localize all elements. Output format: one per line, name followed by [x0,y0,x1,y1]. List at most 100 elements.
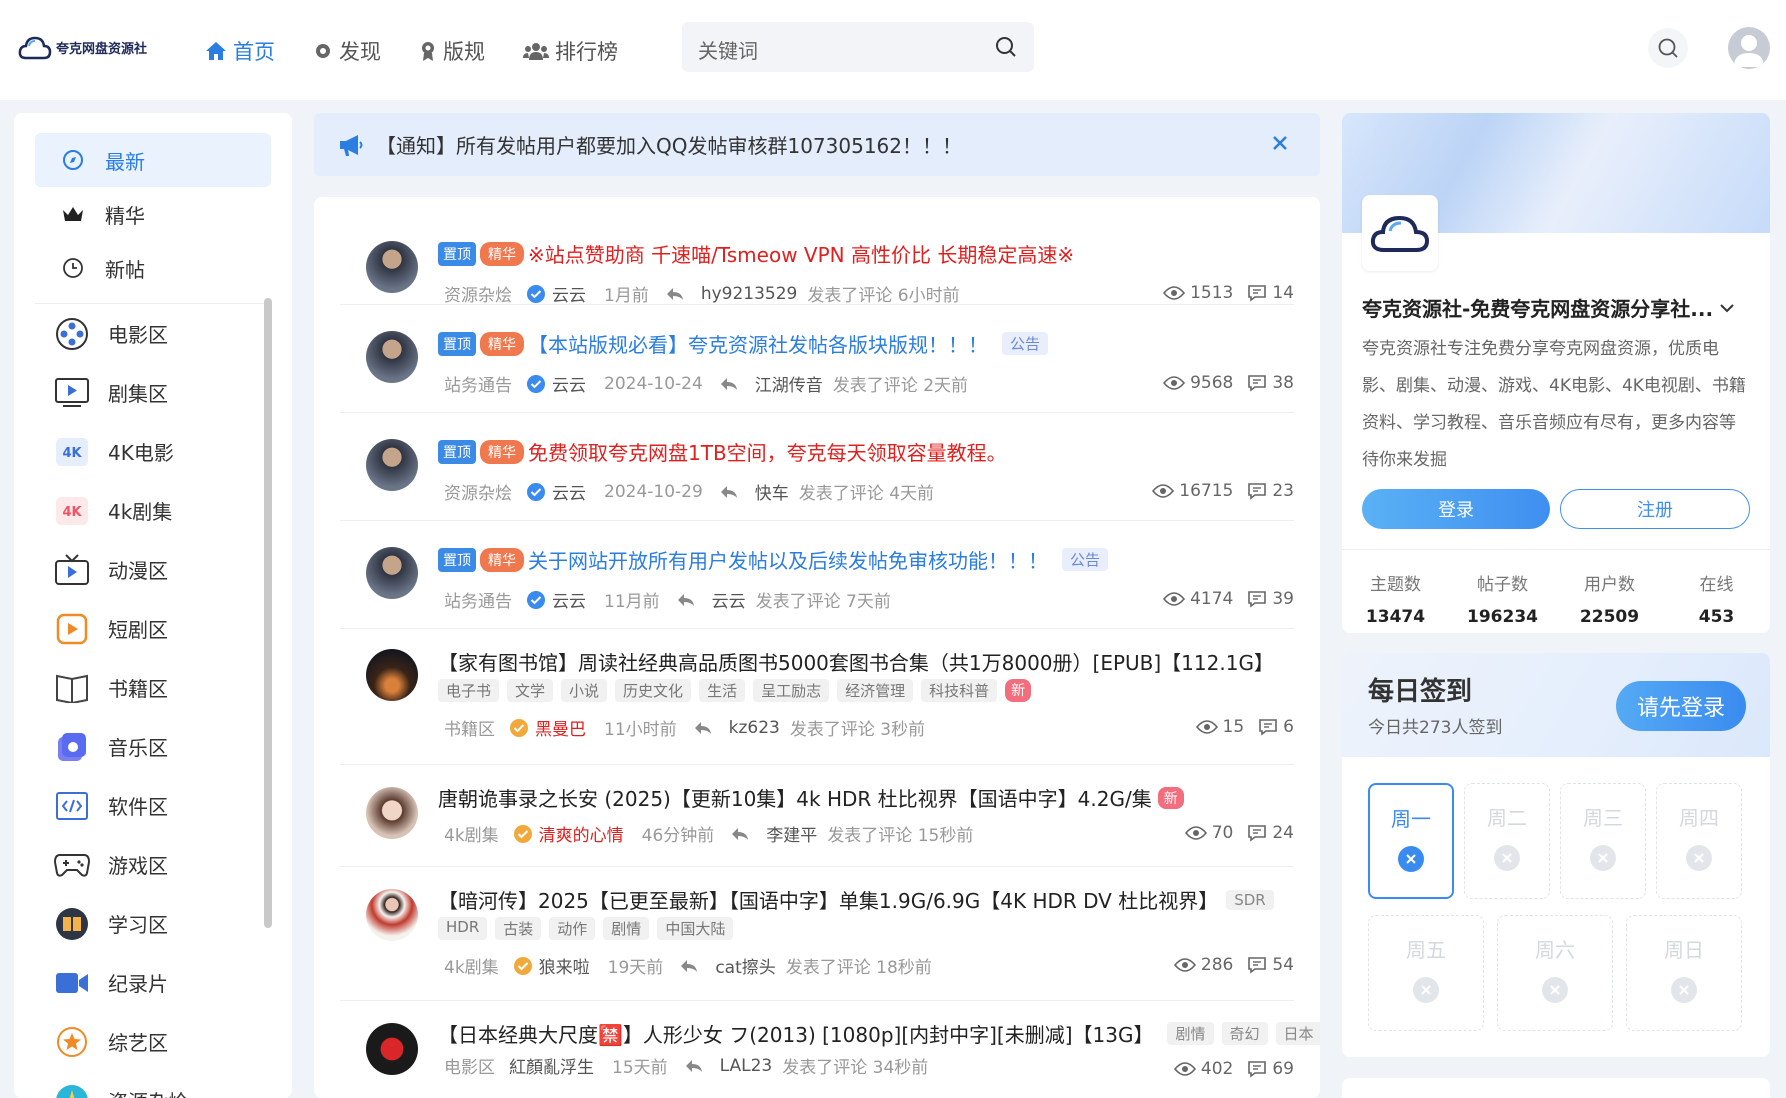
post-category[interactable]: 资源杂烩 [444,479,512,504]
post-title-text[interactable]: 【日本经典大尺度🈲】人形少女 フ(2013) [1080p][内封中字][未删减… [438,1019,1153,1048]
sidebar-item-short-drama[interactable]: 短剧区 [54,599,292,658]
post-replier[interactable]: 快车 [755,479,789,504]
post-title-text[interactable]: 关于网站开放所有用户发帖以及后续发帖免审核功能！！！ [528,545,1048,574]
tag[interactable]: 日本 [1275,1022,1320,1045]
post-title-text[interactable]: 免费领取夸克网盘1TB空间，夸克每天领取容量教程。 [528,437,1007,466]
signin-login-button[interactable]: 请先登录 [1616,681,1746,731]
post-replier[interactable]: cat擦头 [715,953,775,978]
avatar[interactable] [366,787,418,839]
post-category[interactable]: 4k剧集 [444,821,499,846]
post-title[interactable]: 置顶 精华 【本站版规必看】夸克资源社发帖各版块版规！！！ 公告 [438,329,1049,358]
post-author[interactable]: 清爽的心情 [539,821,624,846]
search-input[interactable]: 关键词 [698,35,758,64]
sidebar-item-study[interactable]: 学习区 [54,894,292,953]
post-title[interactable]: 置顶 精华 免费领取夸克网盘1TB空间，夸克每天领取容量教程。 [438,437,1007,466]
sidebar-item-series[interactable]: 剧集区 [54,363,292,422]
post-category[interactable]: 书籍区 [444,715,495,740]
avatar[interactable] [366,241,418,293]
nav-ranking[interactable]: 排行榜 [523,36,618,66]
tag[interactable]: 文学 [507,679,554,702]
day-sunday[interactable]: 周日 [1626,915,1742,1031]
post-author[interactable]: 紅顏亂浮生 [509,1053,594,1078]
nav-home[interactable]: 首页 [205,36,275,66]
post-category[interactable]: 4k剧集 [444,953,499,978]
tag[interactable]: 小说 [561,679,608,702]
avatar[interactable] [366,547,418,599]
tag[interactable]: 动作 [549,917,596,940]
tag[interactable]: 呈工励志 [753,679,830,702]
day-thursday[interactable]: 周四 [1656,783,1742,899]
sidebar-item-music[interactable]: 音乐区 [54,717,292,776]
tag[interactable]: 经济管理 [837,679,914,702]
tag[interactable]: 历史文化 [615,679,692,702]
avatar[interactable] [366,889,418,941]
post-item[interactable]: 置顶 精华 【本站版规必看】夸克资源社发帖各版块版规！！！ 公告 站务通告 云云… [340,305,1294,413]
register-button[interactable]: 注册 [1560,489,1750,529]
avatar[interactable] [366,649,418,701]
sidebar-item-documentary[interactable]: 纪录片 [54,953,292,1012]
login-button[interactable]: 登录 [1362,489,1550,529]
post-title[interactable]: 唐朝诡事录之长安 (2025)【更新10集】4k HDR 杜比视界【国语中字】4… [438,783,1184,812]
post-author[interactable]: 云云 [552,371,586,396]
post-title-text[interactable]: 【暗河传】2025【已更至最新】【国语中字】单集1.9G/6.9G【4K HDR… [438,885,1218,914]
site-title[interactable]: 夸克资源社-免费夸克网盘资源分享社... [1362,293,1735,322]
post-item[interactable]: 置顶 精华 免费领取夸克网盘1TB空间，夸克每天领取容量教程。 资源杂烩 云云 … [340,413,1294,521]
post-replier[interactable]: LAL23 [720,1056,773,1076]
close-icon[interactable] [1270,133,1290,153]
post-title[interactable]: 置顶 精华 ※站点赞助商 千速喵/Tsmeow VPN 高性价比 长期稳定高速※ [438,239,1074,268]
tag[interactable]: 电子书 [438,679,500,702]
site-logo[interactable]: 夸克网盘资源社 [18,32,147,62]
post-replier[interactable]: 李建平 [766,821,817,846]
sidebar-item-4k-movies[interactable]: 4K 4K电影 [54,422,292,481]
day-wednesday[interactable]: 周三 [1560,783,1646,899]
post-title-text[interactable]: ※站点赞助商 千速喵/Tsmeow VPN 高性价比 长期稳定高速※ [528,239,1074,268]
post-replier[interactable]: kz623 [729,718,780,738]
day-tuesday[interactable]: 周二 [1464,783,1550,899]
sidebar-item-movies[interactable]: 电影区 [54,304,292,363]
sidebar-item-4k-series[interactable]: 4K 4k剧集 [54,481,292,540]
sidebar-item-new[interactable]: 新帖 [35,241,271,295]
tag[interactable]: 奇幻 [1221,1022,1268,1045]
nav-rules[interactable]: 版规 [419,36,485,66]
sidebar-item-essence[interactable]: 精华 [35,187,271,241]
post-item[interactable]: 置顶 精华 ※站点赞助商 千速喵/Tsmeow VPN 高性价比 长期稳定高速※… [340,197,1294,306]
day-saturday[interactable]: 周六 [1497,915,1613,1031]
search-icon[interactable] [994,35,1018,59]
sidebar-item-variety[interactable]: 综艺区 [54,1012,292,1071]
post-item[interactable]: 【家有图书馆】周读社经典高品质图书5000套图书合集（共1万8000册）[EPU… [340,629,1294,765]
tag[interactable]: 科技科普 [921,679,998,702]
post-author[interactable]: 云云 [552,479,586,504]
avatar[interactable] [366,331,418,383]
sidebar-item-latest[interactable]: 最新 [35,133,271,187]
post-replier[interactable]: 江湖传音 [755,371,823,396]
sidebar-item-software[interactable]: 软件区 [54,776,292,835]
post-title[interactable]: 【日本经典大尺度🈲】人形少女 フ(2013) [1080p][内封中字][未删减… [438,1019,1320,1048]
post-author[interactable]: 云云 [552,281,586,306]
post-title-text[interactable]: 【本站版规必看】夸克资源社发帖各版块版规！！！ [528,329,988,358]
sidebar-scrollbar[interactable] [264,298,272,928]
post-item[interactable]: 【暗河传】2025【已更至最新】【国语中字】单集1.9G/6.9G【4K HDR… [340,867,1294,1001]
post-title[interactable]: 【家有图书馆】周读社经典高品质图书5000套图书合集（共1万8000册）[EPU… [438,647,1274,676]
tag[interactable]: 剧情 [603,917,650,940]
post-author[interactable]: 云云 [552,587,586,612]
day-friday[interactable]: 周五 [1368,915,1484,1031]
sidebar-item-books[interactable]: 书籍区 [54,658,292,717]
sidebar-item-misc[interactable]: 资源杂烩 [54,1071,292,1098]
sidebar-item-games[interactable]: 游戏区 [54,835,292,894]
post-item[interactable]: 唐朝诡事录之长安 (2025)【更新10集】4k HDR 杜比视界【国语中字】4… [340,765,1294,867]
tag[interactable]: 剧情 [1167,1022,1214,1045]
avatar[interactable] [366,439,418,491]
post-item[interactable]: 置顶 精华 关于网站开放所有用户发帖以及后续发帖免审核功能！！！ 公告 站务通告… [340,521,1294,629]
post-title-text[interactable]: 唐朝诡事录之长安 (2025)【更新10集】4k HDR 杜比视界【国语中字】4… [438,783,1152,812]
post-author[interactable]: 黑曼巴 [535,715,586,740]
post-title[interactable]: 置顶 精华 关于网站开放所有用户发帖以及后续发帖免审核功能！！！ 公告 [438,545,1109,574]
post-category[interactable]: 资源杂烩 [444,281,512,306]
user-avatar-button[interactable] [1728,27,1770,69]
avatar[interactable] [366,1023,418,1075]
nav-discover[interactable]: 发现 [313,36,381,66]
post-author[interactable]: 狼来啦 [539,953,590,978]
post-category[interactable]: 站务通告 [444,587,512,612]
post-category[interactable]: 电影区 [444,1053,495,1078]
day-monday[interactable]: 周一 [1368,783,1454,899]
search-box[interactable]: 关键词 [682,22,1034,72]
